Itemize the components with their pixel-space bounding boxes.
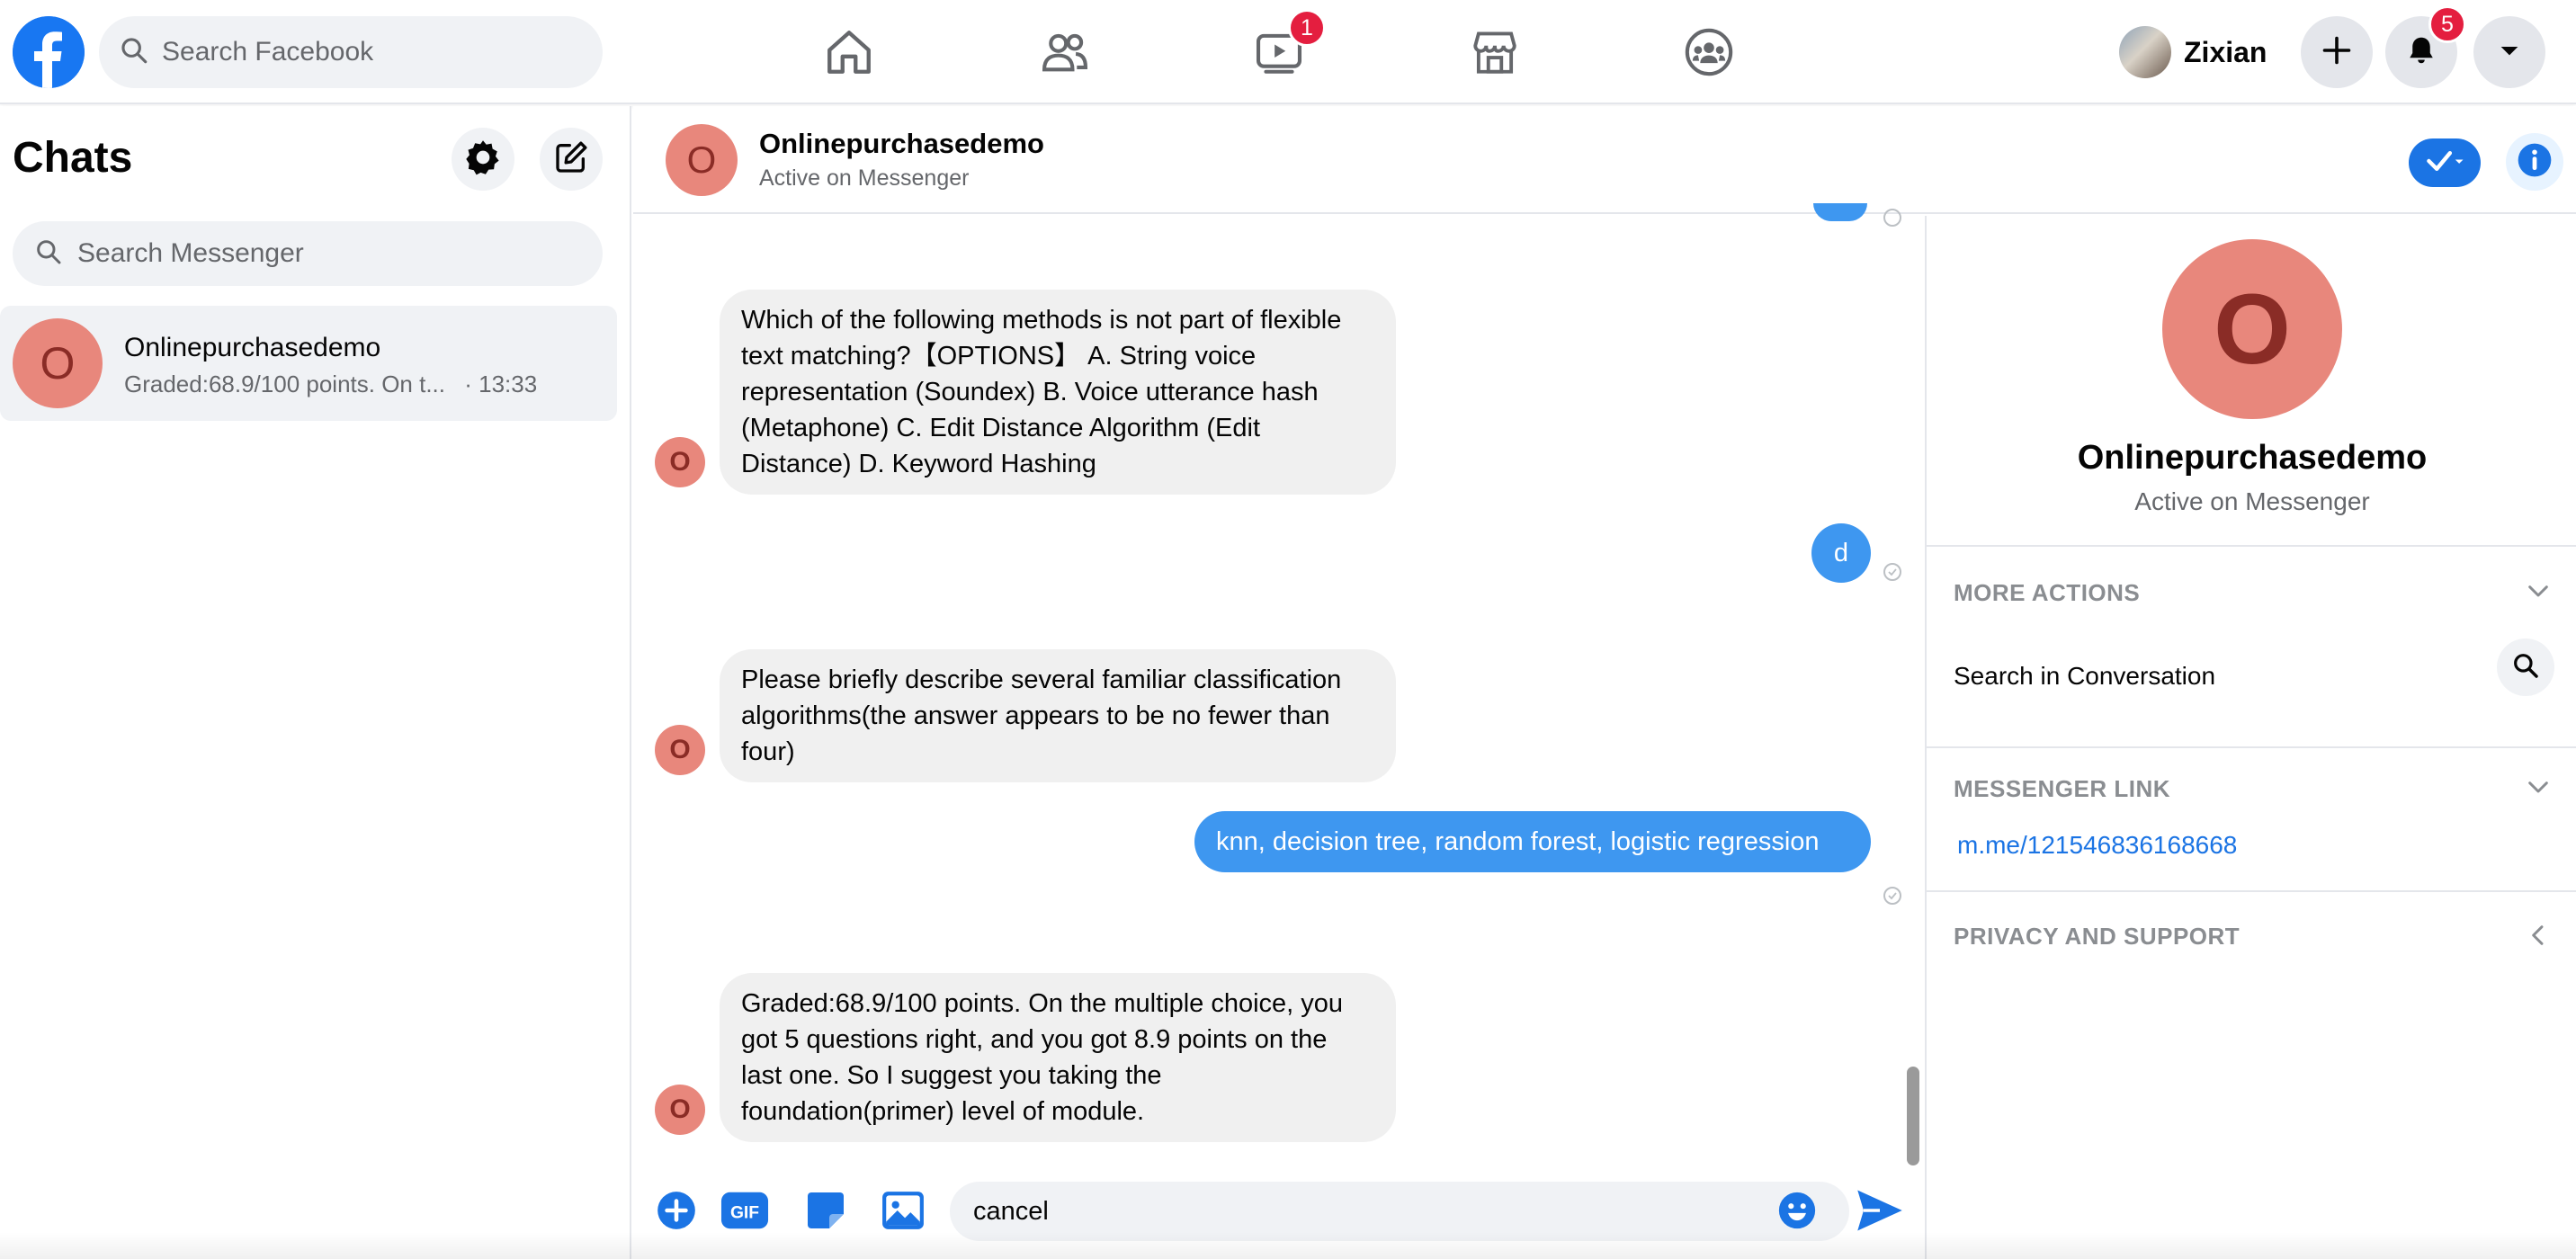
chat-preview: Graded:68.9/100 points. On t... · 13:33 — [124, 371, 537, 398]
friends-icon[interactable] — [1036, 23, 1094, 81]
facebook-search-input[interactable]: Search Facebook — [99, 16, 603, 88]
new-message-button[interactable] — [540, 128, 603, 191]
incoming-message: Please briefly describe several familiar… — [720, 649, 1396, 782]
sender-avatar: O — [655, 725, 705, 775]
svg-text:GIF: GIF — [730, 1204, 759, 1223]
search-placeholder: Search Facebook — [162, 37, 374, 67]
gear-icon — [463, 138, 503, 182]
groups-icon[interactable] — [1680, 23, 1738, 81]
image-icon[interactable] — [878, 1185, 928, 1236]
conversation-avatar[interactable]: O — [666, 124, 738, 196]
message-thread[interactable]: Which of the following methods is not pa… — [633, 203, 1925, 1160]
mark-done-button[interactable] — [2409, 138, 2481, 187]
notification-badge: 5 — [2428, 5, 2466, 43]
search-in-conversation-button[interactable] — [2497, 638, 2554, 696]
search-in-conversation[interactable]: Search in Conversation — [1954, 662, 2215, 691]
messenger-link-header[interactable]: MESSENGER LINK — [1954, 775, 2170, 803]
search-icon — [119, 35, 149, 70]
chats-sidebar: Chats Search Messenger O Onlinepurchased… — [0, 106, 631, 1259]
messenger-search-placeholder: Search Messenger — [77, 238, 304, 268]
conversation-name[interactable]: Onlinepurchasedemo — [759, 128, 1044, 160]
message-input-value: cancel — [973, 1196, 1049, 1226]
emoji-icon[interactable] — [1772, 1185, 1822, 1236]
outgoing-message: knn, decision tree, random forest, logis… — [1194, 811, 1871, 872]
home-icon[interactable] — [820, 23, 878, 81]
send-icon[interactable] — [1855, 1185, 1905, 1236]
messenger-search-input[interactable]: Search Messenger — [13, 221, 603, 286]
info-icon — [2515, 140, 2554, 184]
caret-down-icon — [2495, 36, 2524, 69]
settings-button[interactable] — [452, 128, 514, 191]
seen-indicator-icon — [1883, 887, 1901, 905]
profile-avatar — [2119, 26, 2171, 78]
contact-avatar: O — [2162, 239, 2342, 419]
conversation-info-button[interactable] — [2506, 133, 2563, 191]
gif-icon[interactable]: GIF — [720, 1185, 770, 1236]
contact-status: Active on Messenger — [2134, 487, 2370, 515]
chat-time: · 13:33 — [464, 371, 538, 397]
chat-avatar: O — [13, 318, 103, 408]
search-icon — [34, 237, 63, 271]
seen-indicator-icon — [1883, 209, 1901, 227]
message-composer: GIF cancel — [633, 1165, 1925, 1259]
plus-icon — [2321, 34, 2353, 71]
compose-icon — [553, 139, 589, 180]
chat-name: Onlinepurchasedemo — [124, 333, 381, 362]
chevron-down-icon[interactable] — [2520, 574, 2556, 610]
chevron-left-icon[interactable] — [2520, 917, 2556, 953]
bell-icon — [2405, 34, 2437, 71]
message-scrollbar[interactable] — [1907, 1067, 1919, 1165]
chat-list-item[interactable]: O Onlinepurchasedemo Graded:68.9/100 poi… — [0, 306, 617, 421]
incoming-message: Which of the following methods is not pa… — [720, 290, 1396, 495]
watch-notification-badge: 1 — [1288, 9, 1326, 47]
create-button[interactable] — [2301, 16, 2373, 88]
incoming-message: Graded:68.9/100 points. On the multiple … — [720, 973, 1396, 1142]
message-input[interactable]: cancel — [950, 1182, 1849, 1241]
chat-preview-text: Graded:68.9/100 points. On t... — [124, 371, 446, 397]
divider — [1927, 746, 2576, 748]
privacy-support-header[interactable]: PRIVACY AND SUPPORT — [1954, 923, 2240, 951]
top-navigation-bar: Search Facebook 1 Zixian 5 — [0, 0, 2576, 104]
chats-title: Chats — [13, 134, 133, 182]
checkmark-icon — [2425, 147, 2464, 179]
sender-avatar: O — [655, 1085, 705, 1135]
account-menu-button[interactable] — [2473, 16, 2545, 88]
outgoing-message: d — [1811, 523, 1871, 583]
profile-chip[interactable]: Zixian — [2119, 23, 2267, 81]
profile-name: Zixian — [2184, 35, 2267, 68]
conversation-status: Active on Messenger — [759, 165, 970, 191]
sender-avatar: O — [655, 437, 705, 487]
conversation-info-panel: O Onlinepurchasedemo Active on Messenger… — [1925, 216, 2576, 1259]
chevron-down-icon[interactable] — [2520, 770, 2556, 806]
facebook-logo-icon[interactable] — [13, 16, 85, 88]
search-icon — [2511, 651, 2540, 684]
more-actions-header[interactable]: MORE ACTIONS — [1954, 579, 2140, 607]
marketplace-icon[interactable] — [1466, 23, 1524, 81]
conversation-header: O Onlinepurchasedemo Active on Messenger — [633, 106, 2576, 214]
divider — [1927, 545, 2576, 547]
previous-message-bubble — [1813, 203, 1867, 221]
divider — [1927, 890, 2576, 892]
plus-circle-icon[interactable] — [651, 1185, 702, 1236]
seen-indicator-icon — [1883, 563, 1901, 581]
sticker-icon[interactable] — [801, 1185, 851, 1236]
messenger-link[interactable]: m.me/121546836168668 — [1957, 831, 2237, 860]
contact-name: Onlinepurchasedemo — [2077, 439, 2428, 477]
